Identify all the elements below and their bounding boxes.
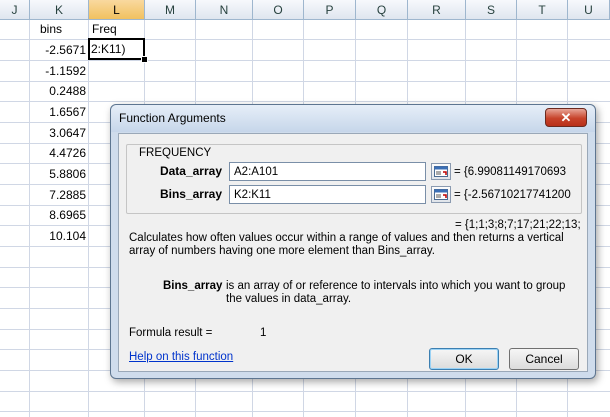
function-arguments-dialog[interactable]: Function Arguments ✕ FREQUENCY Data_arra… (110, 104, 596, 379)
cell-k6[interactable]: 3.0647 (30, 124, 86, 143)
column-header-k[interactable]: K (30, 0, 89, 20)
column-header-t[interactable]: T (517, 0, 568, 20)
collapse-dialog-icon (434, 189, 448, 200)
bins-array-evaluated: = {-2.56710217741200 (454, 189, 571, 201)
help-on-function-link[interactable]: Help on this function (129, 351, 233, 363)
formula-result-label: Formula result = (129, 327, 213, 339)
column-header-o[interactable]: O (253, 0, 304, 20)
column-header-m[interactable]: M (145, 0, 196, 20)
cell-k9[interactable]: 7.2885 (30, 186, 86, 205)
cell-k5[interactable]: 1.6567 (30, 103, 86, 122)
active-cell-text: 2:K11) (91, 42, 126, 56)
bins-array-collapse-button[interactable] (431, 186, 451, 203)
cell-k8[interactable]: 5.8806 (30, 165, 86, 184)
arguments-group: FREQUENCY Data_array = {6.99081149170693… (126, 144, 582, 214)
close-button[interactable]: ✕ (545, 108, 587, 127)
cell-k2[interactable]: -2.5671 (30, 41, 86, 60)
bins-array-label: Bins_array (159, 187, 222, 201)
active-cell-l2[interactable]: 2:K11) (88, 38, 145, 60)
grid-line (0, 411, 610, 412)
ok-button[interactable]: OK (429, 348, 499, 370)
bins-array-input[interactable] (229, 185, 426, 204)
argument-description-name: Bins_array (163, 280, 223, 292)
fill-handle[interactable] (141, 56, 148, 63)
dialog-title: Function Arguments (119, 111, 226, 125)
grid-line (0, 391, 610, 392)
grid-line (0, 81, 610, 82)
column-header-q[interactable]: Q (356, 0, 408, 20)
dialog-titlebar[interactable]: Function Arguments ✕ (111, 105, 595, 132)
function-description: Calculates how often values occur within… (129, 232, 564, 257)
cell-k11[interactable]: 10.104 (30, 227, 86, 246)
data-array-input[interactable] (229, 162, 426, 181)
cell-k3[interactable]: -1.1592 (30, 62, 86, 81)
data-array-evaluated: = {6.99081149170693 (454, 166, 567, 178)
cell-k4[interactable]: 0.2488 (30, 82, 86, 101)
column-header-p[interactable]: P (304, 0, 356, 20)
grid-line (0, 60, 610, 61)
cell-l1-freq[interactable]: Freq (92, 20, 142, 39)
formula-result-value: 1 (260, 327, 267, 339)
cell-k1-bins[interactable]: bins (40, 20, 88, 39)
argument-description-text: is an array of or reference to intervals… (226, 280, 566, 305)
column-header-s[interactable]: S (466, 0, 517, 20)
cell-k10[interactable]: 8.6965 (30, 206, 86, 225)
column-header-n[interactable]: N (196, 0, 253, 20)
column-header-u[interactable]: U (568, 0, 610, 20)
grid-line (0, 101, 610, 102)
grid-line (88, 20, 89, 417)
close-icon: ✕ (560, 110, 572, 125)
collapse-dialog-icon (434, 166, 448, 177)
column-header-l[interactable]: L (89, 0, 145, 20)
dialog-body: FREQUENCY Data_array = {6.99081149170693… (118, 133, 588, 372)
data-array-collapse-button[interactable] (431, 163, 451, 180)
column-header-j[interactable]: J (0, 0, 30, 20)
data-array-label: Data_array (159, 164, 222, 178)
cell-k7[interactable]: 4.4726 (30, 144, 86, 163)
function-name: FREQUENCY (137, 147, 214, 159)
function-result-preview: = {1;1;3;8;7;17;21;22;13; (455, 219, 581, 231)
cancel-button[interactable]: Cancel (509, 348, 579, 370)
column-header-r[interactable]: R (408, 0, 466, 20)
